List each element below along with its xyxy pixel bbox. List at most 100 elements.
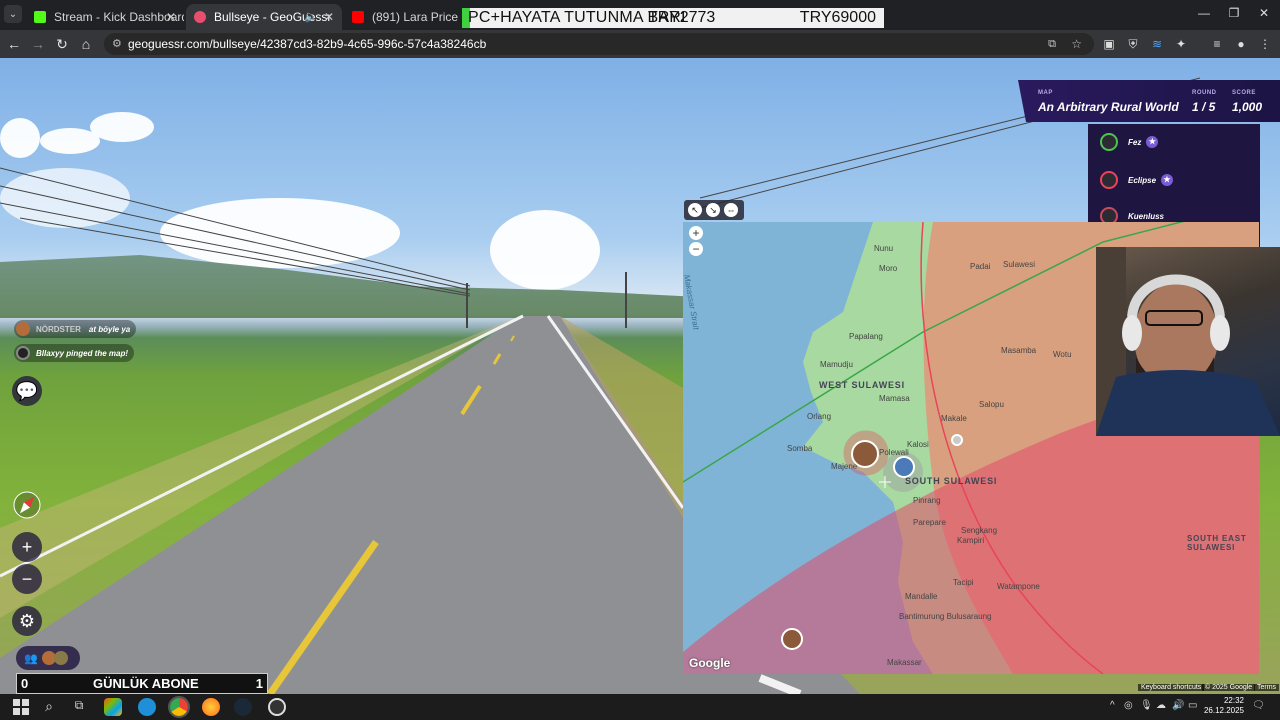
settings-button[interactable]: ⚙ — [12, 606, 42, 636]
player-name: Fez — [1128, 137, 1142, 147]
chat-bubble-icon: 💬 — [15, 380, 39, 401]
tab-search-icon[interactable]: ⌄ — [4, 5, 22, 23]
pro-badge-icon: ★ — [1161, 174, 1174, 186]
close-tab-icon[interactable]: ✕ — [166, 10, 176, 24]
steam-icon[interactable] — [234, 698, 252, 716]
players-button[interactable]: 👥 — [16, 646, 80, 670]
extensions-puzzle-icon[interactable]: ✦ — [1174, 37, 1188, 51]
map-label: Mamasa — [879, 394, 910, 403]
map-label: Makassar — [887, 658, 922, 667]
compass-icon — [13, 491, 41, 519]
tab-youtube[interactable]: (891) Lara Price - Crazy - Yo — [344, 4, 460, 30]
zoom-out-button[interactable]: − — [12, 564, 42, 594]
google-logo: Google — [689, 656, 731, 670]
youtube-favicon-icon — [352, 11, 364, 23]
daily-subscriber-counter: 0 GÜNLÜK ABONE 1 — [16, 673, 268, 694]
game-status-bar: MAP An Arbitrary Rural World ROUND 1 / 5… — [1018, 80, 1280, 122]
round-label: ROUND — [1192, 90, 1217, 96]
map-size-controls: ↖ ↘ ⇔ — [684, 200, 744, 220]
audio-icon[interactable]: 🔈 — [304, 10, 318, 23]
map-label: Masamba — [1001, 346, 1037, 355]
chat-ping-message: Bllaxyy pinged the map! — [14, 344, 135, 362]
site-info-icon[interactable]: ⚙ — [112, 33, 122, 55]
expand-up-left-icon[interactable]: ↖ — [688, 203, 702, 217]
map-label: Watampone — [997, 582, 1040, 591]
map-label: Kalosi — [907, 440, 929, 449]
player-avatar — [1100, 171, 1118, 189]
zoom-in-button[interactable]: + — [12, 532, 42, 562]
firefox-icon[interactable] — [202, 698, 220, 716]
close-tab-icon[interactable]: ✕ — [324, 10, 334, 24]
map-zoom-in-button[interactable]: + — [689, 226, 703, 240]
chat-toggle-button[interactable]: 💬 — [12, 376, 42, 406]
reload-icon[interactable]: ↻ — [54, 36, 70, 52]
tray-app-icon[interactable]: ◎ — [1124, 700, 1133, 711]
search-icon[interactable]: ⌕ — [40, 698, 58, 716]
audio-wave-icon[interactable]: ≋ — [1150, 37, 1164, 51]
player-row[interactable]: Fez ★ — [1100, 132, 1159, 152]
system-clock[interactable]: 22:32 26.12.2025 — [1196, 696, 1244, 716]
map-label: Parepare — [913, 518, 946, 527]
player-guess-marker[interactable] — [851, 440, 879, 468]
app-icon[interactable] — [104, 698, 122, 716]
map-zoom-out-button[interactable]: − — [689, 242, 703, 256]
cast-icon[interactable]: ⧉ — [1048, 33, 1056, 55]
map-label: MAP — [1038, 90, 1053, 96]
edge-icon[interactable] — [138, 698, 156, 716]
shrink-icon[interactable]: ↘ — [706, 203, 720, 217]
shield-icon[interactable]: ⛨ — [1126, 37, 1140, 51]
player-guess-marker[interactable] — [781, 628, 803, 650]
task-view-icon[interactable]: ⧉ — [70, 698, 88, 716]
map-label: Padai — [970, 262, 991, 271]
media-queue-icon[interactable]: ≡ — [1210, 37, 1224, 51]
url-text: geoguessr.com/bullseye/42387cd3-82b9-4c6… — [128, 37, 487, 51]
tab-geoguessr[interactable]: Bullseye - GeoGuessr 🔈 ✕ — [186, 4, 342, 30]
map-label: Mamudju — [820, 360, 853, 369]
region-label: SOUTH EAST SULAWESI — [1187, 534, 1247, 552]
street-view-panorama[interactable]: NÖRDSTER at böyle ya Bllaxyy pinged the … — [0, 58, 1280, 694]
player-row[interactable]: Eclipse ★ — [1100, 170, 1174, 190]
forward-icon[interactable]: → — [30, 36, 46, 52]
map-label: Bantimurung Bulusaraung — [899, 612, 992, 621]
score-value: 1,000 — [1232, 100, 1263, 114]
player-name: Kuenluss — [1128, 211, 1165, 221]
player-name: Eclipse — [1128, 175, 1157, 185]
obs-icon[interactable] — [268, 698, 286, 716]
tab-kick-dashboard[interactable]: Stream - Kick Dashboard ✕ — [26, 4, 184, 30]
menu-kebab-icon[interactable]: ⋮ — [1258, 37, 1272, 51]
minimize-icon[interactable]: — — [1194, 6, 1214, 20]
date: 26.12.2025 — [1203, 706, 1244, 715]
notifications-icon[interactable]: 🗨 — [1252, 700, 1265, 711]
back-icon[interactable]: ← — [6, 36, 22, 52]
home-icon[interactable]: ⌂ — [78, 36, 94, 52]
webcam-feed — [1096, 247, 1280, 436]
address-bar[interactable]: ⚙ geoguessr.com/bullseye/42387cd3-82b9-4… — [104, 33, 1094, 55]
speaker-icon[interactable]: 🔊 — [1172, 700, 1184, 711]
pin-map-icon[interactable]: ⇔ — [724, 203, 738, 217]
region-label: SOUTH SULAWESI — [905, 476, 998, 486]
keyboard-shortcuts-link[interactable]: Keyboard shortcuts — [1138, 684, 1205, 691]
windows-taskbar: ⌕ ⧉ ^ ◎ 🎙 ☁ 🔊 ▭ 22:32 26.12.2025 🗨 — [0, 694, 1280, 720]
chat-message: NÖRDSTER at böyle ya — [14, 320, 137, 338]
ping-marker[interactable] — [951, 434, 963, 446]
extension-screen-icon[interactable]: ▣ — [1102, 37, 1116, 51]
map-name: An Arbitrary Rural World — [1038, 100, 1179, 114]
close-window-icon[interactable]: ✕ — [1254, 6, 1274, 20]
player-guess-marker[interactable] — [893, 456, 915, 478]
map-label: Salopu — [979, 400, 1004, 409]
profile-icon[interactable]: ● — [1234, 37, 1248, 51]
terms-link[interactable]: Terms — [1254, 684, 1280, 691]
map-label: Kampiri — [957, 536, 985, 545]
bookmark-star-icon[interactable]: ☆ — [1071, 33, 1082, 55]
streamer-webcam — [1096, 247, 1280, 436]
stream-goal-overlay: PC+HAYATA TUTUNMA BARI TRY2773 TRY69000 — [462, 8, 884, 28]
map-label: Papalang — [849, 332, 883, 341]
microphone-icon[interactable]: 🎙 — [1140, 700, 1153, 711]
restore-icon[interactable]: ❐ — [1224, 6, 1244, 20]
windows-start-icon[interactable] — [12, 698, 30, 716]
compass-button[interactable] — [12, 490, 42, 520]
players-icon: 👥 — [24, 652, 38, 665]
tray-chevron-icon[interactable]: ^ — [1110, 700, 1115, 711]
chrome-icon[interactable] — [168, 696, 190, 718]
network-icon[interactable]: ☁ — [1156, 700, 1166, 711]
